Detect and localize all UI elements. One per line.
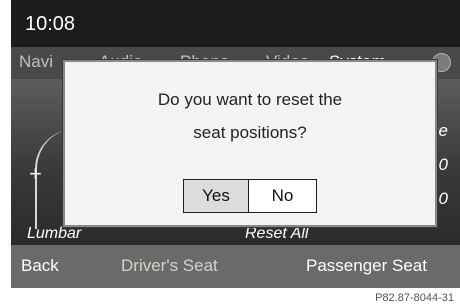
yes-button[interactable]: Yes <box>184 180 249 212</box>
function-bar: Back Driver's Seat Passenger Seat <box>11 245 460 288</box>
side-label: 0 <box>438 189 448 208</box>
dialog-button-group: Yes No <box>183 179 317 213</box>
drivers-seat-button[interactable]: Driver's Seat <box>121 256 218 276</box>
tab-navi[interactable]: Navi <box>19 52 53 72</box>
reset-confirm-dialog: Do you want to reset the seat positions?… <box>63 60 437 227</box>
back-button[interactable]: Back <box>21 256 59 276</box>
lumbar-menu-item[interactable]: Lumbar <box>27 225 81 243</box>
dialog-question-continued: seat positions? <box>193 123 307 142</box>
image-reference-code: P82.87-8044-31 <box>375 292 454 304</box>
no-button[interactable]: No <box>249 180 316 212</box>
dialog-question: Do you want to reset the <box>157 90 343 109</box>
display-screen: 10:08 Navi Audio Phone Video System + ce… <box>11 0 460 288</box>
side-label: 0 <box>438 155 448 174</box>
clock: 10:08 <box>25 13 76 35</box>
seat-adjust-icon: + <box>29 161 42 186</box>
reset-all-menu-item[interactable]: Reset All <box>245 225 308 243</box>
passenger-seat-button[interactable]: Passenger Seat <box>306 256 427 276</box>
